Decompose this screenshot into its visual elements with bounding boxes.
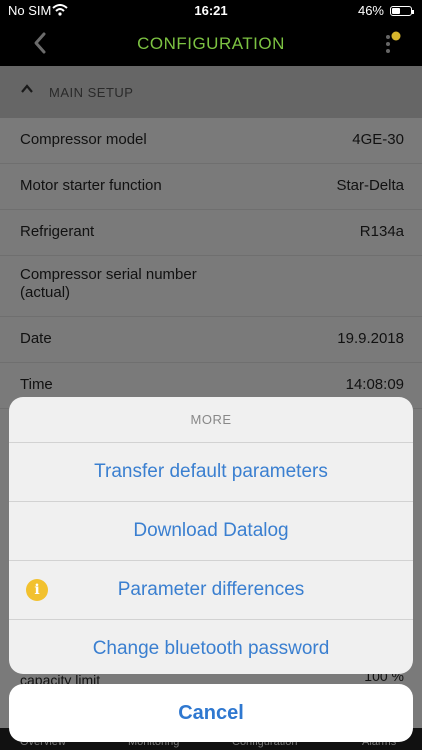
row-value: 4GE-30 xyxy=(352,131,404,148)
more-menu-icon[interactable] xyxy=(380,30,404,58)
row-value: R134a xyxy=(359,223,404,240)
row-label: Time xyxy=(20,376,53,393)
action-sheet-title: MORE xyxy=(9,397,413,443)
list-item[interactable]: Compressor model 4GE-30 xyxy=(0,118,422,164)
row-label: Date xyxy=(20,330,52,347)
nav-bar: CONFIGURATION xyxy=(0,22,422,66)
row-label: Refrigerant xyxy=(20,223,95,240)
transfer-default-parameters-button[interactable]: Transfer default parameters xyxy=(9,443,413,502)
row-label: Motor starter function xyxy=(20,177,162,194)
option-label: Change bluetooth password xyxy=(92,638,330,659)
row-value: Star-Delta xyxy=(336,177,404,194)
settings-list: Compressor model 4GE-30 Motor starter fu… xyxy=(0,118,422,409)
download-datalog-button[interactable]: Download Datalog xyxy=(9,502,413,561)
section-header-main-setup[interactable]: MAIN SETUP xyxy=(0,66,422,118)
battery-percent: 46% xyxy=(357,3,384,18)
cancel-button[interactable]: Cancel xyxy=(9,684,413,742)
page-title: CONFIGURATION xyxy=(137,34,285,53)
list-item[interactable]: Compressor serial number (actual) xyxy=(0,256,422,317)
info-icon: i xyxy=(26,579,48,601)
list-item[interactable]: Motor starter function Star-Delta xyxy=(0,164,422,210)
row-value: 19.9.2018 xyxy=(337,330,404,347)
list-item[interactable]: Refrigerant R134a xyxy=(0,210,422,256)
option-label: Transfer default parameters xyxy=(94,461,328,482)
row-label: Compressor serial number (actual) xyxy=(20,266,197,302)
option-label: Parameter differences xyxy=(117,579,305,600)
battery-icon xyxy=(390,5,414,16)
wifi-icon xyxy=(52,4,68,16)
row-label-line1: Compressor serial number xyxy=(20,266,197,283)
section-title: MAIN SETUP xyxy=(49,85,134,100)
row-label-line2: (actual) xyxy=(20,284,71,301)
row-label: Compressor model xyxy=(20,131,147,148)
chevron-up-icon xyxy=(21,84,33,93)
parameter-differences-button[interactable]: i Parameter differences xyxy=(9,561,413,620)
change-bluetooth-password-button[interactable]: Change bluetooth password xyxy=(9,620,413,674)
row-value: 14:08:09 xyxy=(345,376,404,393)
list-item[interactable]: Date 19.9.2018 xyxy=(0,317,422,363)
option-label: Download Datalog xyxy=(133,520,289,541)
action-sheet: MORE Transfer default parameters Downloa… xyxy=(9,397,413,674)
